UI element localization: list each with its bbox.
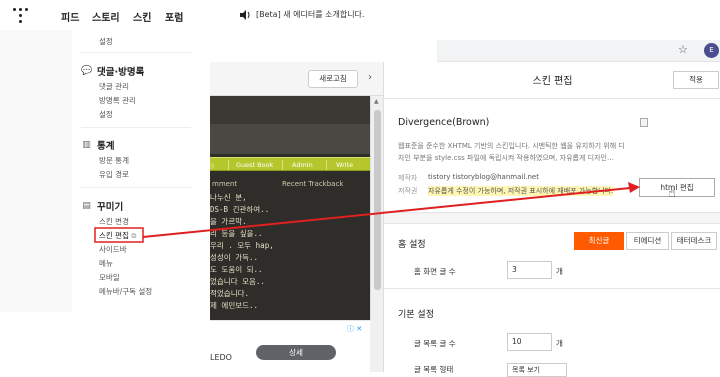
sidebar-item-sidebar[interactable]: 사이드바 [99,244,127,255]
basic-settings-title: 기본 설정 [398,310,434,320]
preview-list-item[interactable]: 성성이 가득.. [210,252,258,263]
ad-scrollbar[interactable] [370,320,383,372]
top-navbar: 피드 스토리 스킨 포럼 [Beta] 새 에디터를 소개합니다. [0,0,440,30]
home-post-count-input[interactable]: 3 [507,261,552,279]
preview-list-item[interactable]: 적었습니다. [210,288,249,299]
list-type-label: 글 목록 형태 [414,365,454,374]
ad-detail-button[interactable]: 상세 [256,345,336,360]
bar-chart-icon: ▥ [82,139,91,150]
tistory-logo-icon[interactable] [12,6,30,24]
sidebar-section-stats: ▥ 통계 [81,138,115,153]
sidebar-section-decorate: ▤ 꾸미기 [81,199,124,214]
nav-forum[interactable]: 포럼 [165,9,183,24]
home-post-count-label: 홈 화면 글 수 [414,267,456,276]
copyright-label: 저작권 [398,187,418,195]
divider [384,98,720,99]
tab-t-edition[interactable]: 티에디션 [626,232,669,250]
preview-list-item[interactable]: 었습니다 모음.. [210,276,265,287]
sidebar: 설정 💬 댓글·방명록 댓글 관리 방명록 관리 설정 ▥ 통계 방문 통계 유… [0,30,198,312]
nav-skin[interactable]: 스킨 [133,9,151,24]
external-link-icon: ⧉ [131,232,137,240]
section-title: 댓글·방명록 [97,67,145,78]
skin-name: Divergence(Brown) [398,117,490,128]
scrollbar-thumb[interactable] [374,110,381,290]
tab-latest[interactable]: 최신글 [574,232,624,250]
browser-toolbar: ☆ E [437,40,720,62]
notice-banner[interactable]: [Beta] 새 에디터를 소개합니다. [240,9,364,20]
sidebar-item-comment-settings[interactable]: 설정 [99,109,113,120]
speech-bubble-icon: 💬 [81,65,93,76]
profile-avatar[interactable]: E [704,43,719,58]
divider [81,127,191,128]
maker-label: 제작자 [398,174,418,182]
nav-feed[interactable]: 피드 [61,9,79,24]
refresh-button[interactable]: 새로고침 [308,70,358,88]
section-title: 통계 [97,141,115,152]
skin-edit-panel: 스킨 편집 적용 Divergence(Brown) 웹표준을 준수한 XHTM… [383,62,720,377]
skin-thumbnail-broken-image-icon [640,118,648,127]
unit-label: 개 [556,339,563,348]
preview-scrollbar[interactable]: ▲ [370,96,383,320]
preview-list-item[interactable]: 도 도움이 되.. [210,264,263,275]
nav-story[interactable]: 스토리 [92,9,120,24]
section-title: 꾸미기 [97,202,124,213]
preview-menu-write[interactable]: Write [336,161,353,169]
ad-text: LEDO [210,353,232,362]
list-post-count-input[interactable]: 10 [507,333,552,351]
preview-list-item[interactable]: DS-B 긴관하여.. [210,204,269,215]
section-separator [384,212,720,224]
list-type-select[interactable]: 목록 보기 [507,363,567,377]
divider [81,187,191,188]
preview-list-item[interactable]: 리 등을 싶을.. [210,228,263,239]
list-post-count-label: 글 목록 글 수 [414,339,456,348]
maker-value: tistory tistoryblog@hanmail.net [428,173,539,181]
home-settings-title: 홈 설정 [398,240,426,250]
sidebar-item-skin-edit[interactable]: 스킨 편집 ⧉ [99,230,136,241]
preview-menu-bar: g Guest Book Admin Write [210,157,370,171]
sidebar-item-guestbook-manage[interactable]: 방명록 관리 [99,95,136,106]
preview-list-item[interactable]: 나누신 분, [210,192,247,203]
preview-heading-comment: mment [212,180,238,188]
sidebar-section-comments: 💬 댓글·방명록 [81,64,145,79]
sidebar-item-comment-manage[interactable]: 댓글 관리 [99,81,129,92]
preview-menu-guestbook[interactable]: Guest Book [236,161,273,169]
scroll-up-icon[interactable]: ▲ [374,98,379,105]
ad-banner[interactable]: ⓘ ✕ LEDO 상세 [210,320,370,372]
sidebar-item-visit-stats[interactable]: 방문 통계 [99,155,129,166]
preview-menu-admin[interactable]: Admin [292,161,313,169]
skin-preview: g Guest Book Admin Write mment Recent Tr… [210,96,370,320]
preview-header: 새로고침 [210,62,383,96]
divider [81,52,191,53]
notice-text: [Beta] 새 에디터를 소개합니다. [256,10,365,19]
sidebar-item-label: 스킨 편집 [99,231,129,240]
ad-info-icon[interactable]: ⓘ ✕ [347,324,362,334]
apply-button[interactable]: 적용 [673,71,719,89]
sidebar-item-menu[interactable]: 메뉴 [99,258,113,269]
preview-list-item[interactable]: 을 가르막. [210,216,247,227]
html-edit-button[interactable]: html 편집 [639,178,715,197]
chevron-right-icon[interactable]: › [368,72,372,83]
sidebar-item-settings-top[interactable]: 설정 [99,36,113,47]
panel-title: 스킨 편집 [532,76,573,87]
hand-cursor-icon: ☝ [668,186,676,201]
skin-description: 웹표준을 준수한 XHTML 기반의 스킨입니다. 시멘틱한 웹을 유지하기 위… [398,142,625,162]
sidebar-item-mobile[interactable]: 모바일 [99,272,120,283]
document-icon: ▤ [82,200,91,211]
sidebar-item-referrer[interactable]: 유입 경로 [99,169,129,180]
speaker-icon [240,9,250,20]
preview-list-item[interactable]: 우리 . 모두 hap, [210,240,274,251]
sidebar-item-menubar-subscribe[interactable]: 메뉴바/구독 설정 [99,286,152,297]
preview-list-item[interactable]: 제 에민보드.. [210,300,258,311]
tab-tatter-desk[interactable]: 태터데스크 [671,232,717,250]
divider [384,288,720,289]
bookmark-star-icon[interactable]: ☆ [678,43,688,56]
preview-heading-trackback: Recent Trackback [282,180,344,188]
unit-label: 개 [556,267,563,276]
preview-header-band [210,124,370,154]
copyright-value: 자유롭게 수정이 가능하며, 저작권 표시하에 재배포 가능합니다. [428,186,614,196]
preview-header-band [210,96,370,124]
sidebar-item-skin-change[interactable]: 스킨 변경 [99,216,129,227]
